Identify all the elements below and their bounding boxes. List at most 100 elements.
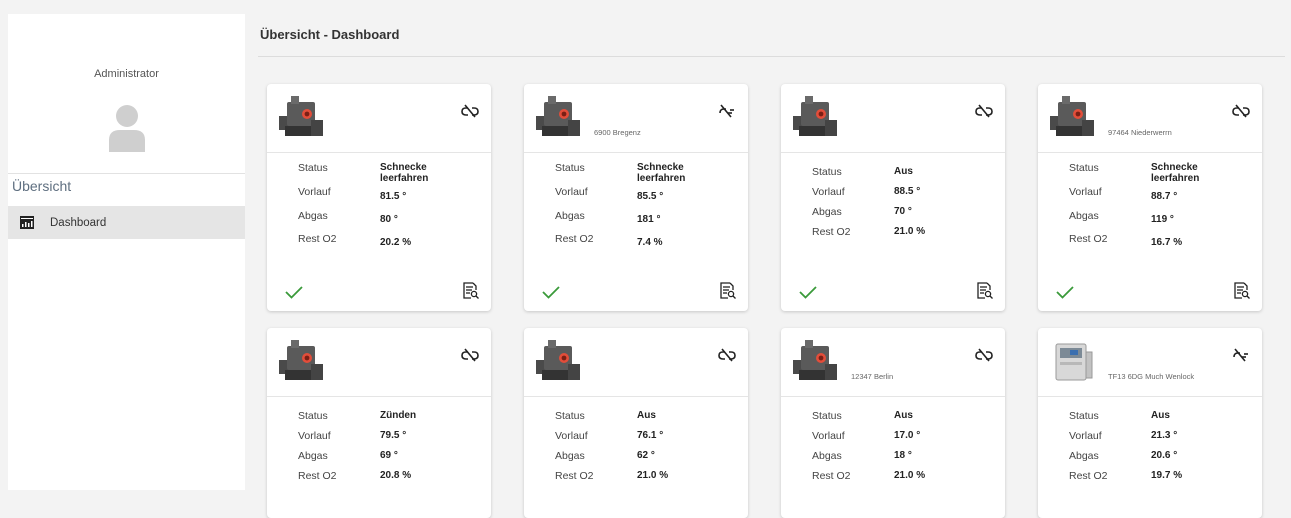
vorlauf-label: Vorlauf	[1069, 186, 1102, 198]
device-card[interactable]: Status Schnecke leerfahren Vorlauf 81.5 ° Abg…	[267, 84, 491, 311]
vorlauf-label: Vorlauf	[555, 430, 588, 442]
rest-o2-label: Rest O2	[555, 233, 594, 245]
abgas-label: Abgas	[1069, 450, 1099, 462]
rest-o2-value: 20.2 %	[380, 237, 412, 248]
vorlauf-label: Vorlauf	[298, 186, 331, 198]
abgas-label: Abgas	[298, 450, 328, 462]
link-broken-icon[interactable]	[1232, 104, 1250, 118]
device-location: TF13 6DG Much Wenlock	[1108, 372, 1195, 381]
vorlauf-label: Vorlauf	[298, 430, 331, 442]
vorlauf-value: 85.5 °	[637, 191, 664, 202]
link-broken-icon[interactable]	[718, 348, 736, 362]
rest-o2-value: 21.0 %	[637, 470, 669, 481]
status-label: Status	[812, 410, 842, 422]
status-value-line1: Schnecke	[637, 162, 684, 173]
rest-o2-label: Rest O2	[555, 470, 594, 482]
status-label: Status	[555, 410, 585, 422]
dashboard-icon	[20, 216, 34, 229]
status-value-line2: leerfahren	[1151, 173, 1200, 184]
device-location: 12347 Berlin	[851, 372, 894, 381]
check-icon	[285, 285, 303, 299]
abgas-value: 70 °	[894, 206, 912, 217]
abgas-value: 119 °	[1151, 214, 1174, 225]
check-icon	[799, 285, 817, 299]
sidebar-divider	[8, 173, 245, 174]
rest-o2-value: 21.0 %	[894, 470, 926, 481]
device-info: Status Schnecke leerfahren Vorlauf 88.7 ° Abg…	[1069, 162, 1259, 256]
sidebar-item-dashboard[interactable]: Dashboard	[8, 206, 245, 239]
abgas-value: 62 °	[637, 450, 655, 461]
device-card[interactable]: Status Aus Vorlauf 88.5 ° Abgas 70 ° Rest O2 21…	[781, 84, 1005, 311]
rest-o2-value: 7.4 %	[637, 237, 663, 248]
rest-o2-value: 16.7 %	[1151, 237, 1183, 248]
device-location: 97464 Niederwerrn	[1108, 128, 1172, 137]
status-value: Aus	[1151, 410, 1170, 421]
report-search-icon[interactable]	[976, 282, 993, 299]
rest-o2-label: Rest O2	[1069, 470, 1108, 482]
status-value-line1: Aus	[637, 410, 656, 421]
link-broken-icon[interactable]	[975, 104, 993, 118]
abgas-label: Abgas	[555, 210, 585, 222]
status-value-line1: Schnecke	[380, 162, 427, 173]
card-divider	[524, 396, 748, 397]
link-off-icon[interactable]	[1232, 348, 1250, 362]
check-icon	[1056, 285, 1074, 299]
status-label: Status	[298, 162, 328, 174]
rest-o2-value: 21.0 %	[894, 226, 926, 237]
device-location: 6900 Bregenz	[594, 128, 641, 137]
boiler-image	[277, 94, 325, 142]
status-value-line2: leerfahren	[380, 173, 429, 184]
vorlauf-value: 88.7 °	[1151, 191, 1178, 202]
vorlauf-value: 88.5 °	[894, 186, 921, 197]
link-broken-icon[interactable]	[975, 348, 993, 362]
abgas-label: Abgas	[812, 206, 842, 218]
status-value: Schnecke leerfahren	[380, 162, 428, 184]
device-card[interactable]: 6900 Bregenz Status Schnecke leerfahren Vorl…	[524, 84, 748, 311]
boiler-image	[534, 94, 582, 142]
vorlauf-value: 76.1 °	[637, 430, 664, 441]
vorlauf-label: Vorlauf	[812, 430, 845, 442]
boiler-image	[1048, 94, 1096, 142]
status-value: Aus	[637, 410, 656, 421]
abgas-value: 80 °	[380, 214, 398, 225]
device-info: Status Zünden Vorlauf 79.5 ° Abgas 69 ° Rest O…	[298, 410, 488, 490]
status-label: Status	[1069, 410, 1099, 422]
abgas-value: 20.6 °	[1151, 450, 1178, 461]
boiler-image	[277, 338, 325, 386]
card-divider	[267, 396, 491, 397]
report-search-icon[interactable]	[719, 282, 736, 299]
device-info: Status Aus Vorlauf 88.5 ° Abgas 70 ° Rest O2 21…	[812, 166, 1002, 246]
link-broken-icon[interactable]	[461, 348, 479, 362]
device-info: Status Aus Vorlauf 76.1 ° Abgas 62 ° Rest O2 21…	[555, 410, 745, 490]
abgas-value: 18 °	[894, 450, 912, 461]
status-label: Status	[555, 162, 585, 174]
vorlauf-value: 17.0 °	[894, 430, 921, 441]
status-label: Status	[1069, 162, 1099, 174]
status-value-line1: Schnecke	[1151, 162, 1198, 173]
rest-o2-label: Rest O2	[298, 233, 337, 245]
vorlauf-label: Vorlauf	[555, 186, 588, 198]
boiler-image	[534, 338, 582, 386]
status-value-line1: Aus	[894, 410, 913, 421]
status-value: Zünden	[380, 410, 416, 421]
rest-o2-value: 20.8 %	[380, 470, 412, 481]
status-value: Schnecke leerfahren	[1151, 162, 1199, 184]
rest-o2-label: Rest O2	[298, 470, 337, 482]
link-broken-icon[interactable]	[461, 104, 479, 118]
vorlauf-label: Vorlauf	[812, 186, 845, 198]
report-search-icon[interactable]	[462, 282, 479, 299]
device-info: Status Schnecke leerfahren Vorlauf 85.5 ° Abg…	[555, 162, 745, 256]
device-card[interactable]: 97464 Niederwerrn Status Schnecke leerfahre…	[1038, 84, 1262, 311]
rest-o2-label: Rest O2	[812, 470, 851, 482]
status-value-line1: Aus	[1151, 410, 1170, 421]
card-divider	[267, 152, 491, 153]
abgas-label: Abgas	[812, 450, 842, 462]
report-search-icon[interactable]	[1233, 282, 1250, 299]
card-divider	[524, 152, 748, 153]
abgas-label: Abgas	[298, 210, 328, 222]
status-label: Status	[812, 166, 842, 178]
page-title: Übersicht - Dashboard	[260, 27, 400, 42]
link-off-icon[interactable]	[718, 104, 736, 118]
sidebar: Administrator Übersicht Dashboard	[8, 14, 245, 490]
device-info: Status Schnecke leerfahren Vorlauf 81.5 ° Abg…	[298, 162, 488, 256]
